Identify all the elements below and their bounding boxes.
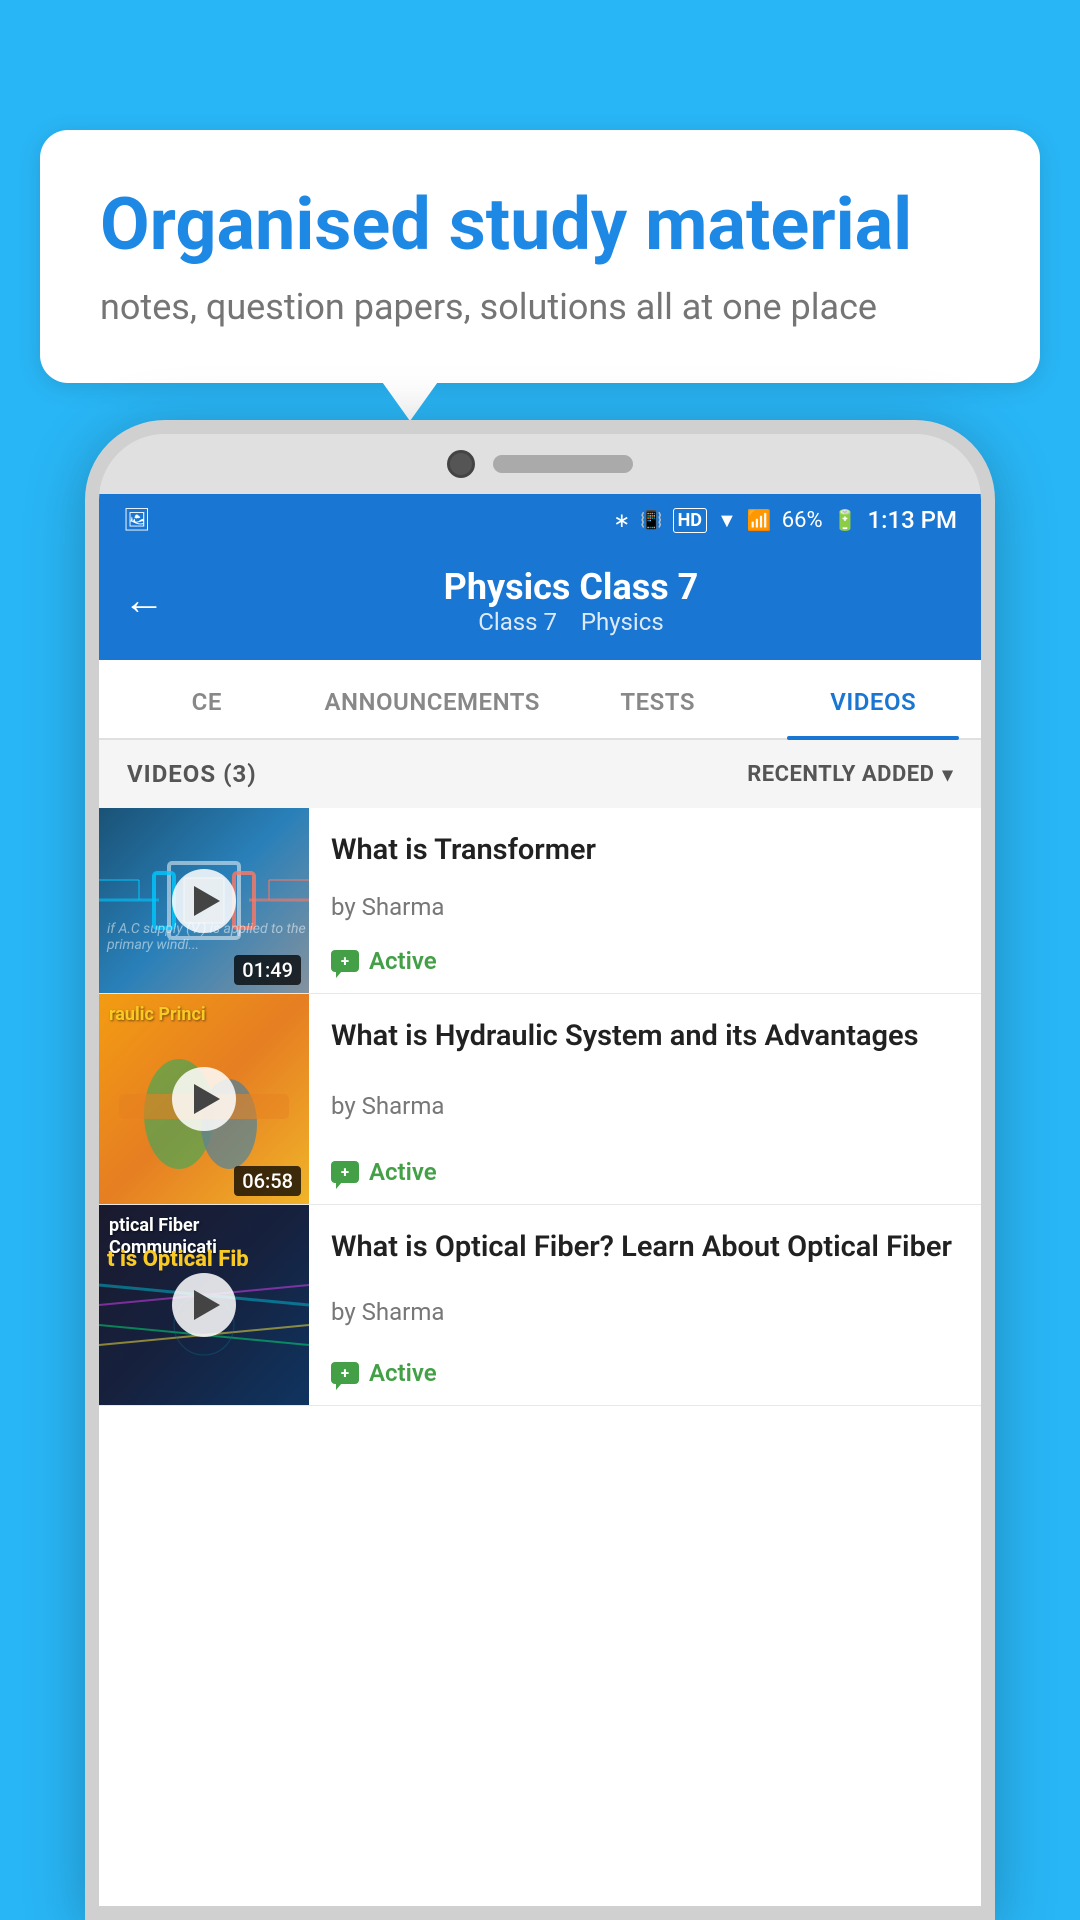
tab-tests[interactable]: TESTS [550, 660, 766, 738]
phone-screen: 🖼 ∗ 📳 HD ▼ 📶 66% 🔋 1:13 PM ← Physics Cla… [99, 494, 981, 1906]
video-duration-1: 06:58 [234, 1166, 301, 1196]
phone-speaker [493, 455, 633, 473]
speech-bubble-subtext: notes, question papers, solutions all at… [100, 286, 980, 328]
video-author-1: by Sharma [331, 1092, 959, 1120]
sort-label: RECENTLY ADDED [747, 762, 934, 787]
video-thumbnail-2: ptical Fiber Communicati t is Optical Fi… [99, 1205, 309, 1405]
header-title-block: Physics Class 7 Class 7 Physics [185, 566, 957, 636]
image-icon: 🖼 [123, 508, 151, 533]
video-author-2: by Sharma [331, 1298, 959, 1326]
status-badge-1: Active [369, 1158, 437, 1186]
page-title: Physics Class 7 [185, 566, 957, 608]
back-button[interactable]: ← [123, 580, 165, 622]
video-title-0: What is Transformer [331, 832, 959, 870]
battery-icon: 🔋 [833, 508, 858, 532]
videos-count-label: VIDEOS (3) [127, 760, 257, 788]
battery-text: 66% [782, 508, 823, 533]
video-info-0: What is Transformer by Sharma + Active [309, 808, 981, 993]
tab-ce[interactable]: CE [99, 660, 315, 738]
video-status-1: + Active [331, 1158, 959, 1186]
page-subtitle: Class 7 Physics [185, 608, 957, 636]
video-thumbnail-1: raulic Princi 06:58 [99, 994, 309, 1204]
status-time: 1:13 PM [867, 506, 957, 534]
play-button-2[interactable] [172, 1273, 236, 1337]
tabs-bar: CE ANNOUNCEMENTS TESTS VIDEOS [99, 660, 981, 740]
video-status-0: + Active [331, 947, 959, 975]
phone-camera [447, 450, 475, 478]
vibrate-icon: 📳 [640, 510, 662, 531]
tab-videos[interactable]: VIDEOS [765, 660, 981, 738]
signal-icon: 📶 [747, 508, 772, 532]
video-author-0: by Sharma [331, 893, 959, 921]
status-bar-right: ∗ 📳 HD ▼ 📶 66% 🔋 1:13 PM [613, 506, 957, 534]
phone-top-bar [99, 434, 981, 494]
tab-announcements[interactable]: ANNOUNCEMENTS [315, 660, 550, 738]
status-bar: 🖼 ∗ 📳 HD ▼ 📶 66% 🔋 1:13 PM [99, 494, 981, 546]
sort-button[interactable]: RECENTLY ADDED ▾ [747, 762, 953, 787]
video-title-1: What is Hydraulic System and its Advanta… [331, 1018, 959, 1056]
status-badge-2: Active [369, 1359, 437, 1387]
hd-badge: HD [673, 508, 707, 533]
video-thumbnail-0: 01:49 if A.C supply (V.) is applied to t… [99, 808, 309, 993]
video-duration-0: 01:49 [234, 955, 301, 985]
play-button-0[interactable] [172, 869, 236, 933]
video-info-1: What is Hydraulic System and its Advanta… [309, 994, 981, 1204]
active-chat-icon-0: + [331, 950, 359, 972]
bluetooth-icon: ∗ [613, 508, 630, 532]
video-item-1[interactable]: raulic Princi 06:58 What is Hydraulic Sy… [99, 994, 981, 1205]
video-status-2: + Active [331, 1359, 959, 1387]
status-badge-0: Active [369, 947, 437, 975]
speech-bubble: Organised study material notes, question… [40, 130, 1040, 383]
video-title-2: What is Optical Fiber? Learn About Optic… [331, 1229, 959, 1267]
wifi-icon: ▼ [717, 508, 737, 533]
active-chat-icon-2: + [331, 1362, 359, 1384]
play-button-1[interactable] [172, 1067, 236, 1131]
videos-section-header: VIDEOS (3) RECENTLY ADDED ▾ [99, 740, 981, 808]
phone-mockup: 🖼 ∗ 📳 HD ▼ 📶 66% 🔋 1:13 PM ← Physics Cla… [85, 420, 995, 1920]
video-item-2[interactable]: ptical Fiber Communicati t is Optical Fi… [99, 1205, 981, 1406]
chevron-down-icon: ▾ [942, 762, 953, 786]
status-bar-left: 🖼 [123, 508, 151, 533]
video-item-0[interactable]: 01:49 if A.C supply (V.) is applied to t… [99, 808, 981, 994]
speech-bubble-heading: Organised study material [100, 185, 980, 264]
video-info-2: What is Optical Fiber? Learn About Optic… [309, 1205, 981, 1405]
active-chat-icon-1: + [331, 1161, 359, 1183]
app-header: ← Physics Class 7 Class 7 Physics [99, 546, 981, 660]
